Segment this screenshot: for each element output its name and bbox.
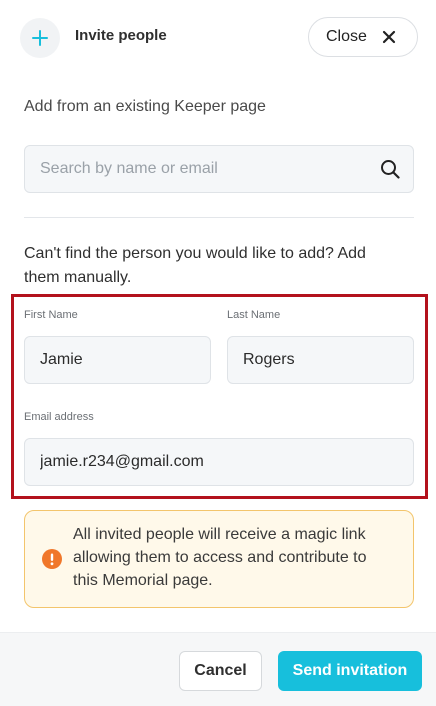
last-name-input[interactable]	[243, 351, 413, 369]
existing-page-label: Add from an existing Keeper page	[24, 98, 266, 115]
last-name-label: Last Name	[227, 309, 281, 321]
send-invitation-button[interactable]: Send invitation	[278, 651, 422, 691]
dialog-title: Invite people	[75, 27, 167, 44]
add-person-button[interactable]	[20, 18, 60, 58]
section-divider	[24, 217, 414, 218]
close-label: Close	[326, 28, 367, 45]
search-box	[24, 145, 414, 193]
dialog-header: Invite people Close	[0, 0, 436, 74]
cancel-button[interactable]: Cancel	[179, 651, 262, 691]
plus-icon	[32, 30, 48, 46]
magic-link-notice: All invited people will receive a magic …	[24, 510, 414, 608]
search-icon[interactable]	[380, 159, 400, 179]
first-name-field[interactable]	[24, 336, 211, 384]
close-button[interactable]: Close	[308, 17, 418, 57]
first-name-label: First Name	[24, 309, 78, 321]
email-label: Email address	[24, 411, 94, 423]
notice-text: All invited people will receive a magic …	[73, 526, 367, 589]
search-input[interactable]	[25, 146, 365, 192]
email-input[interactable]	[40, 453, 413, 471]
close-icon	[382, 30, 396, 44]
last-name-field[interactable]	[227, 336, 414, 384]
exclamation-circle-icon	[42, 549, 62, 569]
manual-add-prompt: Can't find the person you would like to …	[24, 245, 366, 286]
dialog-footer: Cancel Send invitation	[0, 632, 436, 706]
first-name-input[interactable]	[40, 351, 210, 369]
email-field[interactable]	[24, 438, 414, 486]
